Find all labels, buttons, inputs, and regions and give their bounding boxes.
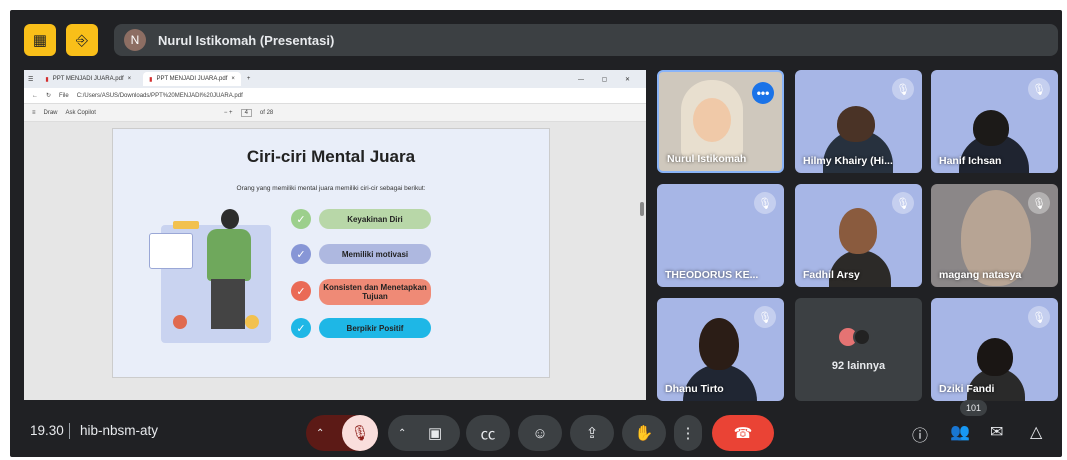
leave-call-button[interactable]: ☎ xyxy=(712,415,774,451)
participant-name: Hilmy Khairy (Hi... xyxy=(803,155,893,167)
people-icon[interactable]: 👥 xyxy=(950,422,970,442)
shared-screen: ☰ ▮ PPT MENJADI JUARA.pdf × ▮ PPT MENJADI J… xyxy=(24,70,646,400)
mic-button[interactable]: ⌃ 🎙 xyxy=(306,415,378,451)
mic-off-icon[interactable]: 🎙 xyxy=(342,415,378,451)
people-count-badge: 101 xyxy=(960,400,988,416)
page-count: of 28 xyxy=(259,109,274,116)
pdf-viewer[interactable]: Ciri-ciri Mental Juara Orang yang memili… xyxy=(24,122,646,400)
participant-name: Nurul Istikomah xyxy=(667,153,747,165)
chevron-up-icon[interactable]: ⌃ xyxy=(398,428,406,439)
scrollbar[interactable] xyxy=(640,202,644,216)
more-options-button[interactable]: ⋮ xyxy=(674,415,702,451)
avatar: N xyxy=(124,29,146,51)
more-vert-icon: ⋮ xyxy=(680,425,696,442)
contents-icon[interactable]: ≡ xyxy=(32,110,36,116)
trait-item: Memiliki motivasi xyxy=(319,244,431,264)
hand-icon: ✋ xyxy=(634,425,654,442)
trait-item: Keyakinan Diri xyxy=(319,209,431,229)
back-icon[interactable]: ← xyxy=(32,93,38,99)
mic-off-icon: 🎙 xyxy=(754,192,776,214)
participant-tile[interactable]: 🎙 Fadhil Arsy xyxy=(795,184,922,287)
phone-hangup-icon: ☎ xyxy=(733,425,753,442)
meeting-code: hib-nbsm-aty xyxy=(80,423,159,438)
mic-off-icon: 🎙 xyxy=(892,192,914,214)
mic-off-icon: 🎙 xyxy=(1028,306,1050,328)
present-button[interactable]: ⇪ xyxy=(570,415,614,451)
browser-tab-active[interactable]: ▮ PPT MENJADI JUARA.pdf × xyxy=(143,72,241,86)
mic-off-icon: 🎙 xyxy=(1028,192,1050,214)
emoji-button[interactable]: ☺ xyxy=(518,415,562,451)
mic-off-icon: 🎙 xyxy=(892,78,914,100)
check-icon: ✓ xyxy=(291,318,311,338)
participant-tile[interactable]: ••• Nurul Istikomah xyxy=(657,70,784,173)
layout-icon[interactable]: ▦ xyxy=(24,24,56,56)
trait-item: Berpikir Positif xyxy=(319,318,431,338)
reload-icon[interactable]: ↻ xyxy=(46,92,51,99)
participant-tile[interactable]: 🎙 Hanif Ichsan xyxy=(931,70,1058,173)
divider xyxy=(69,423,70,439)
file-label: File xyxy=(59,92,69,99)
browser-tabbar: ☰ ▮ PPT MENJADI JUARA.pdf × ▮ PPT MENJADI J… xyxy=(24,70,646,88)
captions-button[interactable]: ㏄ xyxy=(466,415,510,451)
trait-item: Konsisten dan Menetapkan Tujuan xyxy=(319,279,431,305)
chat-icon[interactable]: ✉ xyxy=(990,422,1003,442)
mic-off-icon: 🎙 xyxy=(1028,78,1050,100)
slide-title: Ciri-ciri Mental Juara xyxy=(246,147,416,166)
participant-name: magang natasya xyxy=(939,269,1022,281)
ask-copilot-button[interactable]: Ask Copilot xyxy=(66,110,96,116)
participant-name: Dziki Fandi xyxy=(939,383,995,395)
meet-window: ▦ ⎆ N Nurul Istikomah (Presentasi) ☰ ▮ PP… xyxy=(10,10,1062,457)
slide-subtitle: Orang yang memiliki mental juara memilik… xyxy=(236,185,426,192)
more-options-icon[interactable]: ••• xyxy=(752,82,774,104)
address-bar[interactable]: ← ↻ File C:/Users/ASUS/Downloads/PPT%20M… xyxy=(24,88,646,104)
participant-tile[interactable]: 🎙 Dhanu Tirto xyxy=(657,298,784,401)
clock: 19.30 xyxy=(30,423,64,438)
camera-icon[interactable]: ▣ xyxy=(428,424,442,442)
captions-icon: ㏄ xyxy=(480,425,496,443)
participant-name: THEODORUS KE... xyxy=(665,269,759,281)
pdf-toolbar: ≡ Draw Ask Copilot − + 4 of 28 xyxy=(24,104,646,122)
zoom-controls[interactable]: − + xyxy=(224,110,233,116)
overflow-tile[interactable]: 92 lainnya xyxy=(795,298,922,401)
url-text[interactable]: C:/Users/ASUS/Downloads/PPT%20MENJADI%20… xyxy=(77,93,243,99)
mic-off-icon: 🎙 xyxy=(754,306,776,328)
slide: Ciri-ciri Mental Juara Orang yang memili… xyxy=(112,128,550,378)
check-icon: ✓ xyxy=(291,209,311,229)
browser-tab[interactable]: ▮ PPT MENJADI JUARA.pdf × xyxy=(39,72,137,86)
menu-icon[interactable]: ☰ xyxy=(28,76,33,83)
new-tab-icon[interactable]: + xyxy=(247,76,251,82)
emoji-icon: ☺ xyxy=(532,424,548,442)
participant-tile[interactable]: 🎙 magang natasya xyxy=(931,184,1058,287)
participant-tile[interactable]: 🎙 Hilmy Khairy (Hi... xyxy=(795,70,922,173)
presenter-bar: N Nurul Istikomah (Presentasi) xyxy=(114,24,1058,56)
page-number-input[interactable]: 4 xyxy=(240,108,252,117)
more-participants-label: 92 lainnya xyxy=(831,360,886,372)
exit-present-icon[interactable]: ⎆ xyxy=(66,24,98,56)
participant-name: Dhanu Tirto xyxy=(665,383,724,395)
present-icon: ⇪ xyxy=(585,425,599,442)
participant-name: Fadhil Arsy xyxy=(803,269,860,281)
control-bar: 19.30 hib-nbsm-aty ⌃ 🎙 ⌃ ▣ ㏄ ☺ ⇪ ✋ ⋮ ☎ ⓘ… xyxy=(10,400,1062,457)
raise-hand-button[interactable]: ✋ xyxy=(622,415,666,451)
avatar xyxy=(853,328,871,346)
presenter-title: Nurul Istikomah (Presentasi) xyxy=(158,32,335,48)
info-icon[interactable]: ⓘ xyxy=(912,422,928,446)
check-icon: ✓ xyxy=(291,244,311,264)
window-controls[interactable]: — ▢ ✕ xyxy=(578,76,638,83)
check-icon: ✓ xyxy=(291,281,311,301)
participant-tile[interactable]: 🎙 THEODORUS KE... xyxy=(657,184,784,287)
draw-button[interactable]: Draw xyxy=(44,110,58,116)
participant-tile[interactable]: 🎙 Dziki Fandi xyxy=(931,298,1058,401)
chevron-up-icon[interactable]: ⌃ xyxy=(316,428,324,439)
participant-name: Hanif Ichsan xyxy=(939,155,1002,167)
camera-button[interactable]: ⌃ ▣ xyxy=(388,415,460,451)
activities-icon[interactable]: △ xyxy=(1030,422,1042,442)
